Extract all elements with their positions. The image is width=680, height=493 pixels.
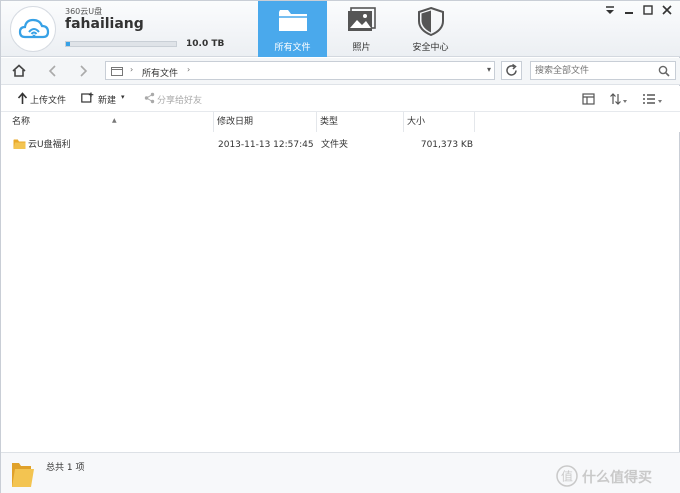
tab-label: 照片: [352, 43, 371, 53]
new-folder-icon: [81, 92, 94, 107]
column-header-label: 名称: [12, 117, 31, 127]
file-row[interactable]: 云U盘福利 2013-11-13 12:57:45 文件夹 701,373 KB: [1, 136, 680, 154]
app-window: 360云U盘 fahailiang 10.0 TB 所有文件 照片 安全中心 ›…: [0, 0, 680, 493]
tab-label: 所有文件: [274, 43, 311, 53]
chevron-left-icon: [48, 65, 56, 77]
new-dropdown-icon: ▾: [121, 93, 125, 101]
quota-label: 10.0 TB: [186, 39, 225, 49]
user-name: fahailiang: [65, 16, 144, 32]
file-modified: 2013-11-13 12:57:45: [218, 140, 314, 150]
file-size: 701,373 KB: [420, 140, 473, 150]
column-header-type[interactable]: 类型: [317, 112, 404, 132]
status-bar: 总共 1 项 值 什么值得买: [1, 452, 680, 493]
toolbar: 上传文件 新建 ▾ 分享给好友: [1, 86, 680, 112]
sort-icon[interactable]: [609, 93, 629, 108]
back-button[interactable]: [45, 63, 63, 81]
svg-text:值: 值: [561, 469, 573, 484]
refresh-button[interactable]: [501, 61, 522, 80]
share-button[interactable]: 分享给好友: [144, 92, 208, 106]
app-logo: [10, 6, 56, 52]
quota-progress-bar: [65, 41, 177, 47]
chevron-right-icon: [80, 65, 88, 77]
file-type: 文件夹: [321, 140, 349, 150]
tab-photos[interactable]: 照片: [327, 1, 396, 57]
search-input[interactable]: [535, 64, 653, 77]
search-box[interactable]: [530, 61, 676, 80]
search-icon[interactable]: [658, 65, 670, 80]
maximize-icon[interactable]: [641, 4, 655, 18]
tab-security-center[interactable]: 安全中心: [396, 1, 465, 57]
list-view-icon[interactable]: [642, 93, 664, 108]
folder-icon: [13, 138, 26, 153]
column-header-name[interactable]: 名称 ▲: [9, 112, 214, 132]
column-header-label: 修改日期: [217, 117, 254, 127]
sort-caret-icon: ▲: [112, 117, 117, 124]
home-icon: [12, 64, 26, 77]
close-icon[interactable]: [660, 4, 674, 18]
column-header-label: 大小: [407, 117, 426, 127]
tab-all-files[interactable]: 所有文件: [258, 1, 327, 57]
header-bar: 360云U盘 fahailiang 10.0 TB 所有文件 照片 安全中心: [1, 1, 680, 57]
home-button[interactable]: [11, 63, 29, 81]
watermark-logo: 值: [556, 465, 578, 487]
minimize-icon[interactable]: [622, 4, 636, 18]
column-header-size[interactable]: 大小: [404, 112, 475, 132]
address-bar-row: › 所有文件 › ▾: [1, 58, 680, 85]
path-dropdown-icon[interactable]: ▾: [487, 65, 491, 74]
folder-outline-icon: [111, 66, 123, 79]
breadcrumb-separator-icon: ›: [187, 65, 191, 74]
refresh-icon: [506, 63, 517, 76]
quota-progress-fill: [66, 42, 71, 46]
item-count: 总共 1 项: [46, 463, 85, 473]
new-label: 新建: [98, 96, 117, 106]
upload-button[interactable]: 上传文件: [17, 92, 71, 106]
folder-large-icon: [11, 460, 35, 491]
photos-icon: [346, 6, 378, 37]
upload-arrow-icon: [17, 92, 28, 108]
watermark-text: 什么值得买: [582, 470, 652, 486]
breadcrumb-separator-icon: ›: [130, 65, 134, 74]
file-list-header: 名称 ▲ 修改日期 类型 大小: [1, 112, 680, 132]
new-button[interactable]: 新建 ▾: [81, 92, 131, 106]
watermark: 值 什么值得买: [556, 465, 676, 487]
share-label: 分享给好友: [157, 96, 203, 106]
tab-label: 安全中心: [412, 43, 449, 53]
folder-icon: [277, 6, 309, 37]
forward-button[interactable]: [75, 63, 93, 81]
cloud-wifi-icon: [18, 18, 50, 39]
shield-icon: [416, 6, 446, 39]
file-name[interactable]: 云U盘福利: [28, 136, 71, 154]
path-bar[interactable]: › 所有文件 › ▾: [105, 61, 495, 80]
column-header-label: 类型: [320, 117, 339, 127]
breadcrumb-all-files[interactable]: 所有文件: [142, 66, 178, 79]
upload-label: 上传文件: [30, 96, 67, 106]
column-header-modified[interactable]: 修改日期: [214, 112, 317, 132]
share-icon: [144, 92, 155, 107]
dropdown-arrow-icon[interactable]: [603, 4, 617, 18]
layout-view-icon[interactable]: [582, 93, 595, 108]
